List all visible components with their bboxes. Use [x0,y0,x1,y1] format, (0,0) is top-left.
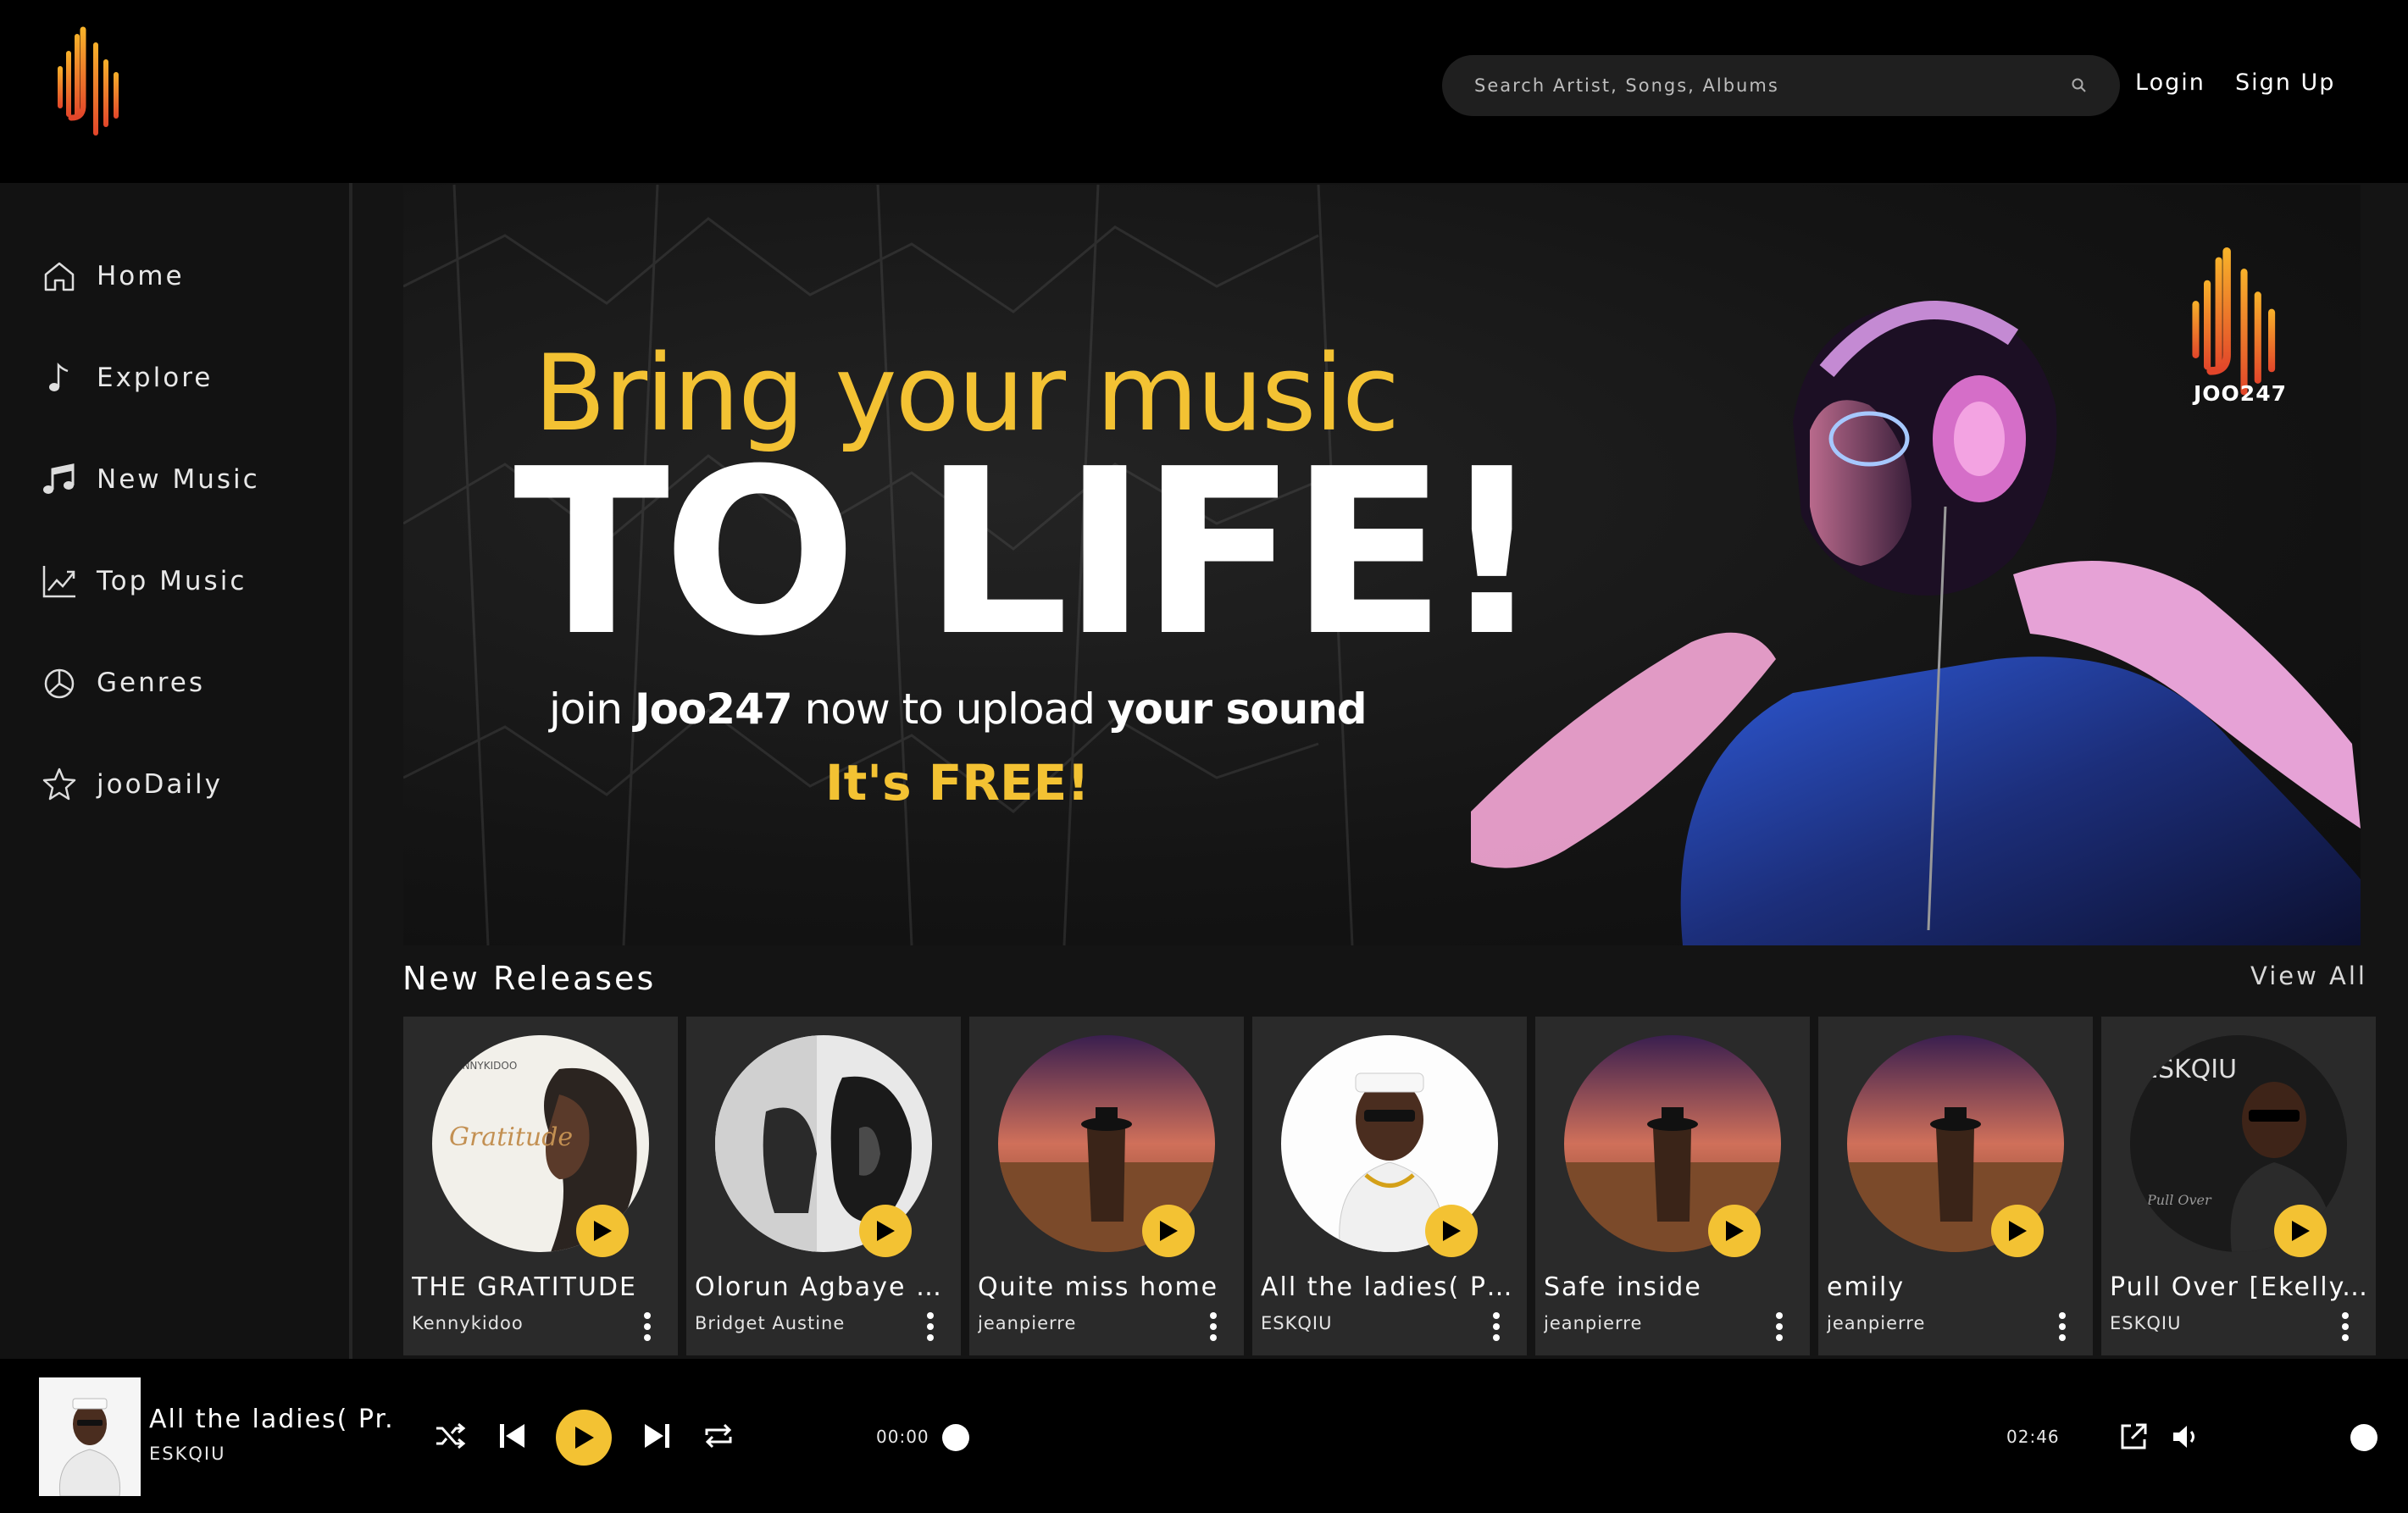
play-icon [877,1221,895,1241]
release-card[interactable]: KENNYKIDOO Gratitude THE GRATITUDE Kenny… [403,1017,678,1355]
current-time: 00:00 [876,1427,929,1447]
view-all-link[interactable]: View All [2250,962,2367,990]
promo-banner[interactable]: Bring your music TO LIFE! join Joo247 no… [403,185,2361,945]
sidebar-item-label: New Music [97,464,260,495]
star-icon [42,768,76,801]
sidebar-item-home[interactable]: Home [41,251,329,302]
top-header: Login Sign Up [0,0,2408,183]
more-options-icon[interactable] [922,1310,939,1344]
player-bar: All the ladies( Pr... ESKQIU 00:00 02:46 [0,1359,2408,1513]
play-button[interactable] [1142,1205,1195,1257]
play-button[interactable] [1708,1205,1761,1257]
card-artist[interactable]: ESKQIU [2110,1313,2330,1333]
open-external-icon[interactable] [2118,1422,2149,1452]
home-icon [44,262,75,291]
sidebar-item-joodaily[interactable]: jooDaily [41,759,329,810]
banner-subtext: join Joo247 now to upload your sound [549,684,1368,734]
card-title[interactable]: THE GRATITUDE [412,1272,670,1302]
card-title[interactable]: emily [1827,1272,2085,1302]
release-card[interactable]: Olorun Agbaye C... Bridget Austine [686,1017,961,1355]
now-playing-cover[interactable] [39,1377,141,1496]
music-notes-icon [43,463,75,494]
search-input[interactable] [1474,55,2050,116]
more-options-icon[interactable] [1488,1310,1505,1344]
play-icon [1443,1221,1461,1241]
card-title[interactable]: Pull Over [Ekelly... [2110,1272,2368,1302]
now-playing-cover-image [39,1377,141,1496]
play-icon [1726,1221,1744,1241]
card-title[interactable]: All the ladies( Pr... [1261,1272,1519,1302]
sidebar-item-label: Genres [97,668,206,698]
shuffle-icon[interactable] [434,1420,466,1452]
play-button[interactable] [1425,1205,1478,1257]
card-title[interactable]: Quite miss home [978,1272,1236,1302]
play-icon [575,1427,594,1449]
play-button[interactable] [859,1205,912,1257]
play-icon [1160,1221,1178,1241]
play-icon [594,1221,612,1241]
banner-logo-text: JOO247 [2194,381,2287,406]
more-options-icon[interactable] [2337,1310,2354,1344]
signup-link[interactable]: Sign Up [2235,69,2335,96]
svg-text:Pull Over: Pull Over [2146,1192,2212,1208]
progress-slider-knob[interactable] [942,1424,969,1451]
more-options-icon[interactable] [639,1310,656,1344]
genres-icon [44,668,75,699]
banner-free-text: It's FREE! [825,754,1090,812]
sidebar-item-explore[interactable]: Explore [41,352,329,403]
svg-text:ESKQIU: ESKQIU [2142,1055,2237,1084]
sidebar-item-label: jooDaily [97,769,223,800]
card-artist[interactable]: ESKQIU [1261,1313,1481,1333]
release-card[interactable]: All the ladies( Pr... ESKQIU [1252,1017,1527,1355]
release-card[interactable]: Safe inside jeanpierre [1535,1017,1810,1355]
play-pause-button[interactable] [556,1410,612,1466]
card-artist[interactable]: jeanpierre [978,1313,1198,1333]
play-button[interactable] [1991,1205,2044,1257]
more-options-icon[interactable] [2054,1310,2071,1344]
card-artist[interactable]: jeanpierre [1827,1313,2047,1333]
svg-text:KENNYKIDOO: KENNYKIDOO [449,1060,517,1072]
search-bar[interactable] [1442,55,2120,116]
sidebar-item-top-music[interactable]: Top Music [41,556,329,607]
now-playing-artist[interactable]: ESKQIU [149,1444,225,1464]
card-title[interactable]: Olorun Agbaye C... [695,1272,953,1302]
play-button[interactable] [576,1205,629,1257]
trending-chart-icon [42,566,75,598]
volume-icon[interactable] [2171,1422,2201,1452]
joo247-logo[interactable] [56,25,124,144]
release-card[interactable]: Quite miss home jeanpierre [969,1017,1244,1355]
banner-headline-main: TO LIFE! [513,419,1544,686]
card-artist[interactable]: Kennykidoo [412,1313,632,1333]
card-artist[interactable]: Bridget Austine [695,1313,915,1333]
repeat-icon[interactable] [702,1420,735,1452]
release-card[interactable]: emily jeanpierre [1818,1017,2093,1355]
card-title[interactable]: Safe inside [1544,1272,1802,1302]
play-button[interactable] [2274,1205,2327,1257]
sidebar-item-genres[interactable]: Genres [41,657,329,708]
play-icon [2292,1221,2310,1241]
login-link[interactable]: Login [2135,69,2205,96]
sidebar-item-label: Explore [97,363,214,393]
sidebar-item-new-music[interactable]: New Music [41,454,329,505]
next-track-icon[interactable] [642,1420,673,1452]
search-icon[interactable] [2071,77,2088,94]
play-icon [2009,1221,2027,1241]
now-playing-title[interactable]: All the ladies( Pr... [149,1405,395,1434]
section-title: New Releases [402,960,657,997]
track-duration: 02:46 [2006,1427,2060,1447]
svg-text:Gratitude: Gratitude [449,1122,573,1152]
music-note-icon [49,362,69,391]
volume-slider-knob[interactable] [2350,1424,2377,1451]
previous-track-icon[interactable] [497,1420,527,1452]
sidebar-item-label: Home [97,261,185,291]
more-options-icon[interactable] [1205,1310,1222,1344]
card-artist[interactable]: jeanpierre [1544,1313,1764,1333]
release-card[interactable]: ESKQIU Pull Over Pull Over [Ekelly... ES… [2101,1017,2376,1355]
more-options-icon[interactable] [1771,1310,1788,1344]
sidebar-item-label: Top Music [97,566,247,596]
